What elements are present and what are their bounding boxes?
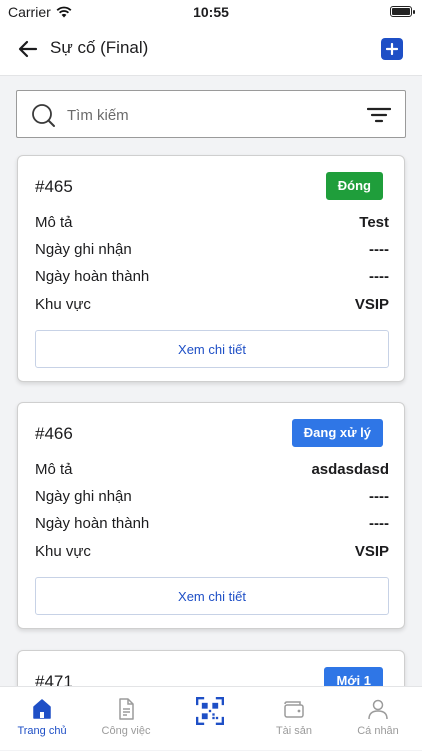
row-value: VSIP — [354, 296, 389, 313]
tab-tasks[interactable]: Công việc — [84, 687, 168, 751]
search-input[interactable] — [67, 103, 357, 127]
description-row: Mô tả Test — [35, 214, 389, 231]
row-label: Ngày ghi nhận — [35, 488, 132, 505]
view-detail-button[interactable]: Xem chi tiết — [35, 330, 389, 368]
row-label: Mô tả — [35, 461, 73, 478]
app-header: Sự cố (Final) — [0, 24, 422, 76]
area-row: Khu vực VSIP — [35, 296, 389, 313]
completed-date-row: Ngày hoàn thành ---- — [35, 515, 389, 532]
add-button[interactable] — [381, 38, 403, 60]
status-bar: Carrier 10:55 — [0, 0, 422, 24]
view-detail-button[interactable]: Xem chi tiết — [35, 577, 389, 615]
row-label: Mô tả — [35, 214, 73, 231]
battery-icon — [390, 6, 415, 17]
tab-label: Cá nhân — [357, 725, 399, 737]
incident-id: #465 — [35, 177, 73, 196]
tab-label: Trang chủ — [17, 725, 67, 737]
tab-qr-scan[interactable] — [168, 687, 252, 751]
recorded-date-row: Ngày ghi nhận ---- — [35, 488, 389, 505]
clock: 10:55 — [193, 4, 229, 20]
plus-icon — [386, 43, 398, 55]
row-value: VSIP — [354, 543, 389, 560]
user-icon — [368, 699, 388, 720]
row-value: ---- — [369, 488, 389, 505]
home-icon — [33, 699, 51, 719]
row-value: ---- — [369, 268, 389, 285]
incident-card[interactable]: #466 Đang xử lý Mô tả asdasdasd Ngày ghi… — [17, 402, 405, 629]
arrow-left-icon[interactable] — [16, 37, 40, 61]
description-row: Mô tả asdasdasd — [35, 461, 389, 478]
status-badge: Đang xử lý — [291, 419, 383, 447]
incident-card[interactable]: #465 Đóng Mô tả Test Ngày ghi nhận ---- … — [17, 155, 405, 382]
wallet-icon — [284, 701, 304, 718]
row-value: ---- — [369, 515, 389, 532]
filter-icon[interactable] — [367, 107, 391, 123]
bottom-tab-bar: Trang chủ Công việc Tài sản Cá nhân — [0, 686, 422, 750]
tab-label: Công việc — [101, 725, 151, 737]
row-value: ---- — [369, 241, 389, 258]
row-label: Ngày ghi nhận — [35, 241, 132, 258]
document-icon — [119, 698, 134, 720]
area-row: Khu vực VSIP — [35, 543, 389, 560]
recorded-date-row: Ngày ghi nhận ---- — [35, 241, 389, 258]
search-icon — [32, 104, 55, 127]
tab-profile[interactable]: Cá nhân — [336, 687, 420, 751]
search-bar — [16, 90, 406, 138]
page-title: Sự cố (Final) — [50, 38, 149, 57]
incident-id: #466 — [35, 424, 73, 443]
row-label: Khu vực — [35, 543, 91, 560]
row-value: asdasdasd — [311, 461, 389, 478]
tab-assets[interactable]: Tài sản — [252, 687, 336, 751]
status-badge: Đóng — [325, 172, 383, 200]
row-label: Khu vực — [35, 296, 91, 313]
completed-date-row: Ngày hoàn thành ---- — [35, 268, 389, 285]
tab-home[interactable]: Trang chủ — [0, 687, 84, 751]
row-label: Ngày hoàn thành — [35, 515, 150, 532]
row-label: Ngày hoàn thành — [35, 268, 150, 285]
tab-label: Tài sản — [275, 725, 313, 737]
row-value: Test — [359, 214, 389, 231]
qr-code-icon — [196, 697, 224, 725]
